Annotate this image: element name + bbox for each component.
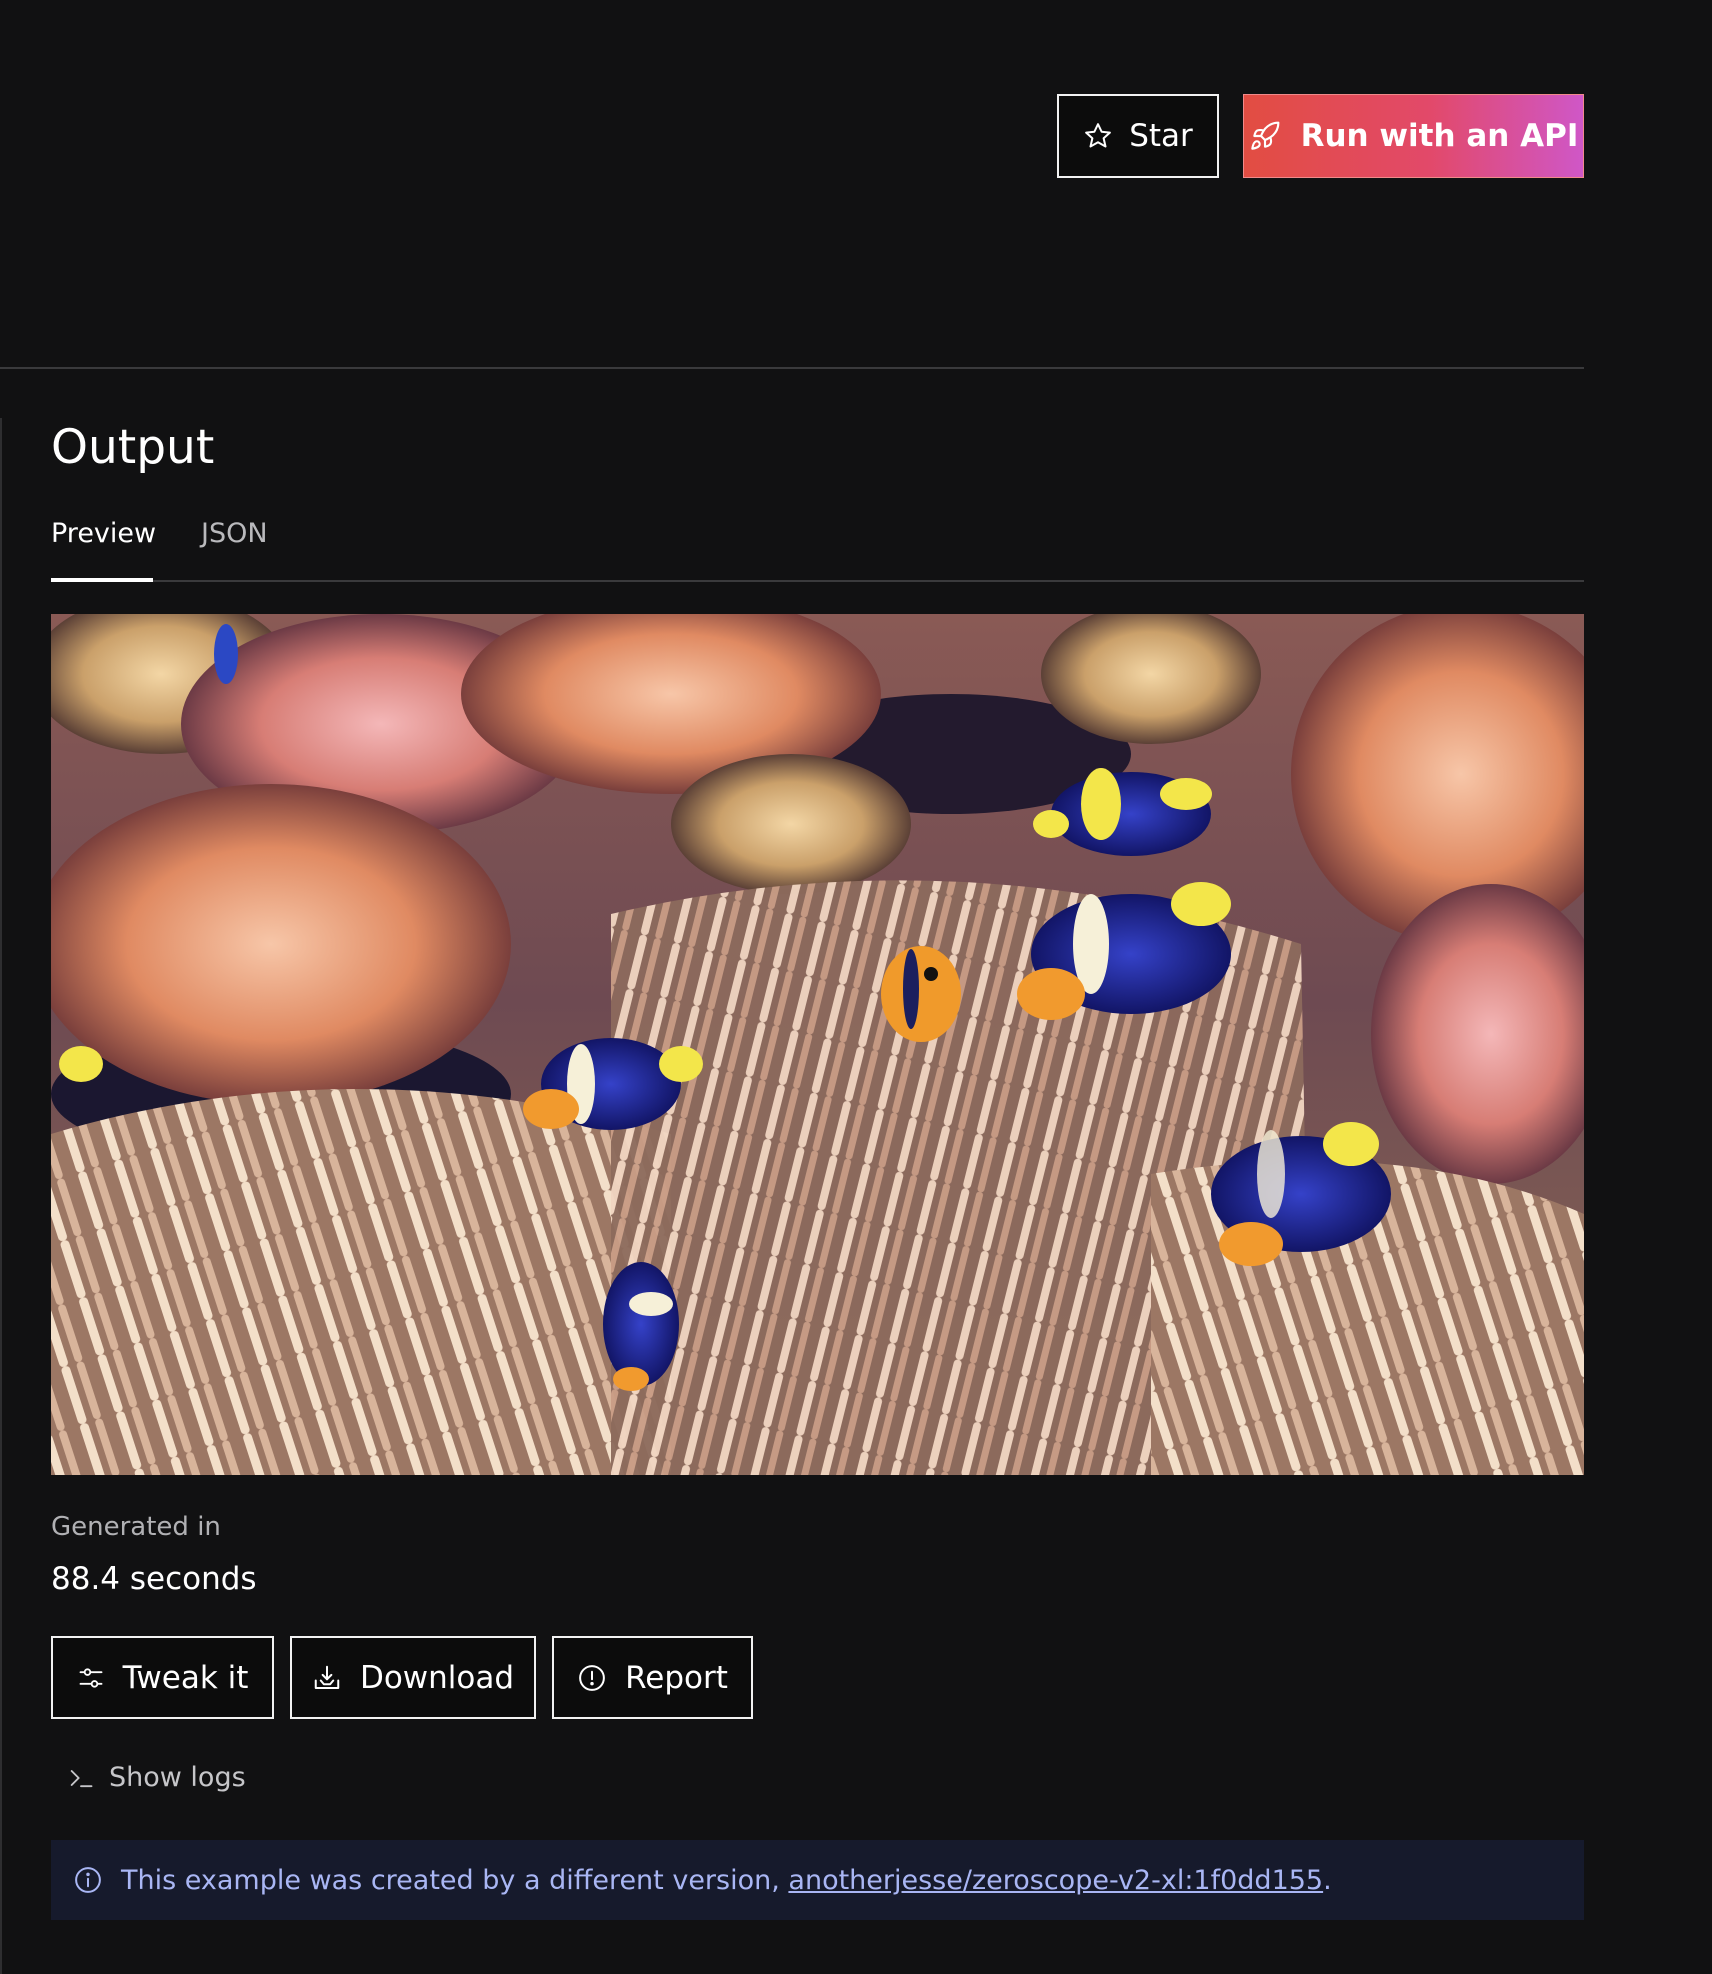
notice-suffix: . — [1323, 1864, 1332, 1896]
tweak-it-label: Tweak it — [122, 1659, 249, 1696]
tweak-it-button[interactable]: Tweak it — [51, 1636, 274, 1719]
rocket-icon — [1249, 120, 1281, 152]
run-with-api-label: Run with an API — [1300, 118, 1579, 154]
info-icon — [73, 1865, 103, 1895]
report-label: Report — [625, 1659, 728, 1696]
left-border — [0, 418, 2, 1974]
version-notice: This example was created by a different … — [51, 1840, 1584, 1920]
star-icon — [1083, 121, 1113, 151]
output-tabs: Preview JSON — [51, 512, 1584, 582]
generated-in-label: Generated in — [51, 1512, 221, 1542]
report-button[interactable]: Report — [552, 1636, 753, 1719]
preview-illustration — [51, 614, 1584, 1475]
terminal-icon — [67, 1764, 95, 1792]
run-with-api-button[interactable]: Run with an API — [1243, 94, 1584, 178]
page: Star Run with an API Output Preview JSON — [0, 0, 1712, 1974]
version-link[interactable]: anotherjesse/zeroscope-v2-xl:1f0dd155 — [788, 1865, 1323, 1896]
tab-json[interactable]: JSON — [201, 518, 268, 549]
show-logs-toggle[interactable]: Show logs — [67, 1762, 246, 1793]
sliders-icon — [77, 1664, 105, 1692]
notice-text: This example was created by a different … — [121, 1864, 789, 1896]
alert-circle-icon — [577, 1663, 607, 1693]
generated-in-value: 88.4 seconds — [51, 1561, 257, 1597]
notice-message: This example was created by a different … — [121, 1865, 1332, 1896]
fish-3 — [881, 946, 961, 1042]
show-logs-label: Show logs — [109, 1762, 246, 1793]
active-tab-indicator — [51, 578, 153, 582]
output-preview-video[interactable] — [51, 614, 1584, 1475]
download-icon — [312, 1663, 342, 1693]
tab-preview[interactable]: Preview — [51, 518, 156, 549]
star-label: Star — [1129, 118, 1193, 154]
star-button[interactable]: Star — [1057, 94, 1219, 178]
header-divider — [0, 367, 1584, 369]
download-button[interactable]: Download — [290, 1636, 536, 1719]
output-title: Output — [51, 420, 215, 475]
download-label: Download — [359, 1659, 515, 1696]
